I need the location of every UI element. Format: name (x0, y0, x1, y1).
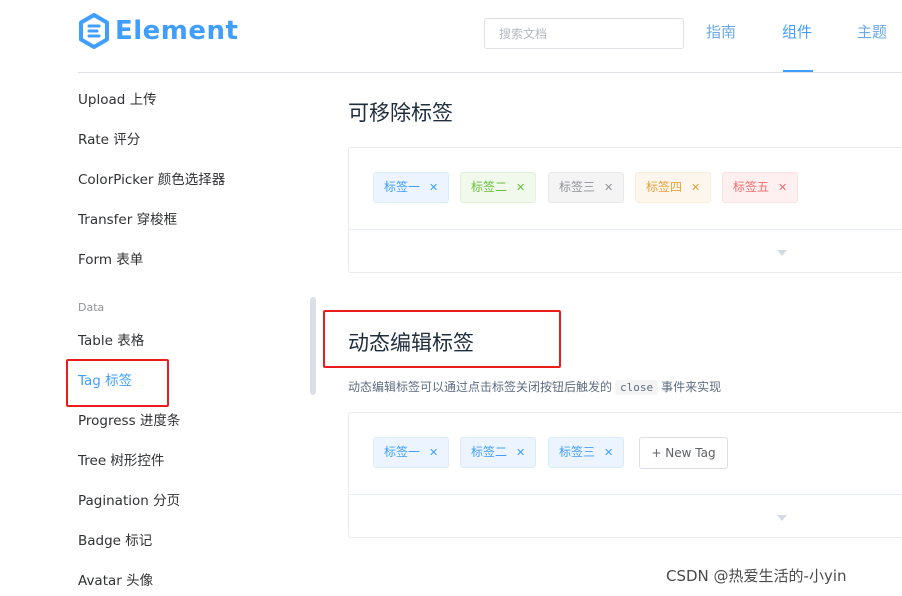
desc-code-close: close (615, 380, 659, 395)
dynamic-tags-demo: 标签一 ✕ 标签二 ✕ 标签三 ✕ + New Tag (348, 412, 902, 538)
tag-label: 标签二 (471, 180, 508, 194)
desc-text-after: 事件来实现 (661, 380, 722, 394)
tag-label: 标签五 (733, 180, 770, 194)
element-logo-icon (79, 13, 109, 49)
sidebar-item-badge[interactable]: Badge 标记 (78, 531, 152, 551)
tag-item: 标签二 ✕ (460, 172, 537, 203)
top-header: Element 指南 组件 主题 (0, 0, 902, 72)
caret-down-icon (777, 250, 787, 256)
tag-item: 标签一 ✕ (373, 172, 450, 203)
tag-label: 标签三 (559, 180, 596, 194)
sidebar-group-data: Data (78, 301, 105, 314)
sidebar-item-progress[interactable]: Progress 进度条 (78, 411, 180, 431)
close-icon[interactable]: ✕ (429, 438, 438, 467)
close-icon[interactable]: ✕ (516, 438, 525, 467)
sidebar-item-upload[interactable]: Upload 上传 (78, 90, 157, 110)
sidebar-item-pagination[interactable]: Pagination 分页 (78, 491, 180, 511)
desc-text-before: 动态编辑标签可以通过点击标签关闭按钮后触发的 (348, 380, 613, 394)
tag-label: 标签四 (646, 180, 683, 194)
caret-down-icon (777, 515, 787, 521)
search-input[interactable] (484, 18, 684, 49)
sidebar-item-tree[interactable]: Tree 树形控件 (78, 451, 164, 471)
demo-code-toggle[interactable] (349, 494, 902, 538)
tag-item: 标签四 ✕ (635, 172, 712, 203)
removable-tags-title: 可移除标签 (348, 101, 453, 125)
tag-label: 标签二 (471, 445, 508, 459)
sidebar-item-colorpicker[interactable]: ColorPicker 颜色选择器 (78, 170, 225, 190)
close-icon[interactable]: ✕ (778, 173, 787, 202)
annotation-box-tag (66, 359, 169, 407)
removable-tags-source: 标签一 ✕ 标签二 ✕ 标签三 ✕ 标签四 ✕ 标签五 ✕ (349, 148, 902, 228)
nav-components[interactable]: 组件 (782, 22, 812, 42)
sidebar-item-table[interactable]: Table 表格 (78, 331, 144, 351)
new-tag-button[interactable]: + New Tag (639, 437, 728, 469)
sidebar (0, 73, 320, 596)
nav-theme[interactable]: 主题 (857, 22, 887, 42)
removable-tags-demo: 标签一 ✕ 标签二 ✕ 标签三 ✕ 标签四 ✕ 标签五 ✕ (348, 147, 902, 273)
close-icon[interactable]: ✕ (691, 173, 700, 202)
nav-guide[interactable]: 指南 (706, 22, 736, 42)
tag-item: 标签二 ✕ (460, 437, 537, 468)
close-icon[interactable]: ✕ (516, 173, 525, 202)
sidebar-scrollbar[interactable] (310, 297, 316, 395)
close-icon[interactable]: ✕ (604, 438, 613, 467)
tag-item: 标签一 ✕ (373, 437, 450, 468)
dynamic-tags-title: 动态编辑标签 (348, 331, 474, 355)
tag-item: 标签三 ✕ (548, 437, 625, 468)
sidebar-item-transfer[interactable]: Transfer 穿梭框 (78, 210, 177, 230)
tag-label: 标签一 (384, 445, 421, 459)
close-icon[interactable]: ✕ (429, 173, 438, 202)
sidebar-item-rate[interactable]: Rate 评分 (78, 130, 140, 150)
dynamic-tags-source: 标签一 ✕ 标签二 ✕ 标签三 ✕ + New Tag (349, 413, 902, 493)
tag-label: 标签一 (384, 180, 421, 194)
sidebar-item-avatar[interactable]: Avatar 头像 (78, 571, 153, 591)
sidebar-item-form[interactable]: Form 表单 (78, 250, 143, 270)
logo-text: Element (115, 16, 239, 46)
tag-item: 标签五 ✕ (722, 172, 799, 203)
element-logo[interactable]: Element (78, 13, 238, 49)
tag-label: 标签三 (559, 445, 596, 459)
dynamic-tags-description: 动态编辑标签可以通过点击标签关闭按钮后触发的 close 事件来实现 (348, 378, 721, 397)
tag-item: 标签三 ✕ (548, 172, 625, 203)
demo-code-toggle[interactable] (349, 229, 902, 273)
csdn-watermark: CSDN @热爱生活的-小yin (666, 567, 847, 585)
close-icon[interactable]: ✕ (604, 173, 613, 202)
